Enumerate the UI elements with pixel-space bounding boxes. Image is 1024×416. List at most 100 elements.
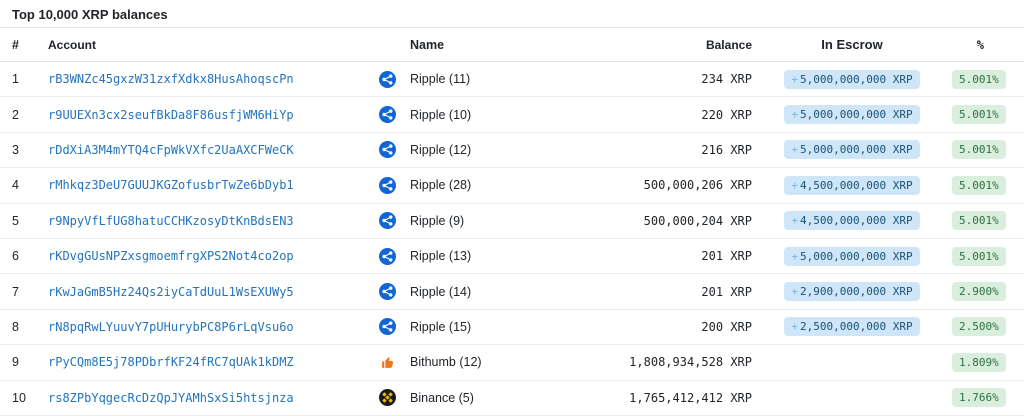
percent-cell: 5.001% [952,247,1024,266]
balance-cell: 234 XRP [620,72,752,86]
account-link[interactable]: rKDvgGUsNPZxsgmoemfrgXPS2Not4co2op [48,249,294,263]
table-row: 10 rs8ZPbYqgecRcDzQpJYAMhSxSi5htsjnza Bi… [0,381,1024,416]
name-cell: Ripple (14) [400,285,620,299]
percent-cell: 5.001% [952,176,1024,195]
percent-badge: 2.500% [952,317,1006,336]
escrow-cell: +2,500,000,000 XRP [752,317,952,336]
coin-icon-cell [374,389,400,406]
plus-sign: + [791,143,798,156]
percent-cell: 1.809% [952,353,1024,372]
percent-cell: 2.900% [952,282,1024,301]
account-cell: rPyCQm8E5j78PDbrfKF24fRC7qUAk1kDMZ [48,355,374,369]
ripple-icon [379,71,396,88]
escrow-cell: +4,500,000,000 XRP [752,176,952,195]
rank-cell: 8 [0,320,48,334]
percent-cell: 5.001% [952,140,1024,159]
coin-icon-cell [374,71,400,88]
coin-icon-cell [374,141,400,158]
name-cell: Ripple (15) [400,320,620,334]
ripple-icon [379,141,396,158]
coin-icon-cell [374,356,400,369]
account-link[interactable]: rN8pqRwLYuuvY7pUHurybPC8P6rLqVsu6o [48,320,294,334]
account-link[interactable]: rDdXiA3M4mYTQ4cFpWkVXfc2UaAXCFWeCK [48,143,294,157]
balance-cell: 201 XRP [620,249,752,263]
plus-sign: + [791,108,798,121]
account-cell: rDdXiA3M4mYTQ4cFpWkVXfc2UaAXCFWeCK [48,143,374,157]
account-link[interactable]: rMhkqz3DeU7GUUJKGZofusbrTwZe6bDyb1 [48,178,294,192]
escrow-badge: +4,500,000,000 XRP [784,211,919,230]
account-cell: rs8ZPbYqgecRcDzQpJYAMhSxSi5htsjnza [48,391,374,405]
escrow-badge: +4,500,000,000 XRP [784,176,919,195]
escrow-cell: +5,000,000,000 XRP [752,140,952,159]
table-row: 8 rN8pqRwLYuuvY7pUHurybPC8P6rLqVsu6o Rip… [0,310,1024,345]
header-percent: % [952,38,1024,52]
percent-badge: 1.809% [952,353,1006,372]
rank-cell: 1 [0,72,48,86]
header-name: Name [400,38,620,52]
table-row: 5 r9NpyVfLfUG8hatuCCHKzosyDtKnBdsEN3 Rip… [0,204,1024,239]
name-cell: Ripple (10) [400,108,620,122]
rank-cell: 4 [0,178,48,192]
rank-cell: 9 [0,355,48,369]
balance-cell: 201 XRP [620,285,752,299]
escrow-cell: +5,000,000,000 XRP [752,70,952,89]
escrow-cell: +2,900,000,000 XRP [752,282,952,301]
rank-cell: 3 [0,143,48,157]
percent-badge: 5.001% [952,211,1006,230]
account-link[interactable]: rs8ZPbYqgecRcDzQpJYAMhSxSi5htsjnza [48,391,294,405]
header-account: Account [48,38,374,52]
binance-icon [379,389,396,406]
account-cell: rKwJaGmB5Hz24Qs2iyCaTdUuL1WsEXUWy5 [48,285,374,299]
page-title: Top 10,000 XRP balances [12,7,1012,22]
coin-icon-cell [374,318,400,335]
escrow-badge: +5,000,000,000 XRP [784,70,919,89]
table-row: 6 rKDvgGUsNPZxsgmoemfrgXPS2Not4co2op Rip… [0,239,1024,274]
escrow-badge: +2,500,000,000 XRP [784,317,919,336]
table-row: 7 rKwJaGmB5Hz24Qs2iyCaTdUuL1WsEXUWy5 Rip… [0,274,1024,309]
percent-badge: 5.001% [952,70,1006,89]
account-link[interactable]: rB3WNZc45gxzW31zxfXdkx8HusAhoqscPn [48,72,294,86]
header-balance: Balance [620,38,752,52]
plus-sign: + [791,285,798,298]
ripple-icon [379,212,396,229]
coin-icon-cell [374,283,400,300]
account-link[interactable]: rPyCQm8E5j78PDbrfKF24fRC7qUAk1kDMZ [48,355,294,369]
account-link[interactable]: rKwJaGmB5Hz24Qs2iyCaTdUuL1WsEXUWy5 [48,285,294,299]
account-cell: rMhkqz3DeU7GUUJKGZofusbrTwZe6bDyb1 [48,178,374,192]
header-escrow: In Escrow [752,37,952,52]
account-link[interactable]: r9UUEXn3cx2seufBkDa8F86usfjWM6HiYp [48,108,294,122]
name-cell: Ripple (13) [400,249,620,263]
ripple-icon [379,177,396,194]
xrp-richlist-page: Top 10,000 XRP balances # Account Name B… [0,0,1024,416]
plus-sign: + [791,320,798,333]
balance-cell: 500,000,206 XRP [620,178,752,192]
ripple-icon [379,106,396,123]
table-row: 9 rPyCQm8E5j78PDbrfKF24fRC7qUAk1kDMZ Bit… [0,345,1024,380]
table-row: 1 rB3WNZc45gxzW31zxfXdkx8HusAhoqscPn Rip… [0,62,1024,97]
balance-cell: 1,808,934,528 XRP [620,355,752,369]
escrow-badge: +5,000,000,000 XRP [784,140,919,159]
rank-cell: 10 [0,391,48,405]
ripple-icon [379,318,396,335]
account-cell: rKDvgGUsNPZxsgmoemfrgXPS2Not4co2op [48,249,374,263]
escrow-badge: +5,000,000,000 XRP [784,105,919,124]
balance-cell: 216 XRP [620,143,752,157]
balance-cell: 220 XRP [620,108,752,122]
table-header-row: # Account Name Balance In Escrow % [0,28,1024,62]
percent-cell: 5.001% [952,105,1024,124]
header-rank: # [0,38,48,52]
percent-badge: 5.001% [952,140,1006,159]
plus-sign: + [791,73,798,86]
table-row: 2 r9UUEXn3cx2seufBkDa8F86usfjWM6HiYp Rip… [0,97,1024,132]
plus-sign: + [791,214,798,227]
table-row: 4 rMhkqz3DeU7GUUJKGZofusbrTwZe6bDyb1 Rip… [0,168,1024,203]
name-cell: Ripple (28) [400,178,620,192]
name-cell: Binance (5) [400,391,620,405]
name-cell: Bithumb (12) [400,355,620,369]
table-body: 1 rB3WNZc45gxzW31zxfXdkx8HusAhoqscPn Rip… [0,62,1024,416]
balance-cell: 500,000,204 XRP [620,214,752,228]
balance-cell: 1,765,412,412 XRP [620,391,752,405]
account-link[interactable]: r9NpyVfLfUG8hatuCCHKzosyDtKnBdsEN3 [48,214,294,228]
name-cell: Ripple (9) [400,214,620,228]
percent-badge: 5.001% [952,105,1006,124]
